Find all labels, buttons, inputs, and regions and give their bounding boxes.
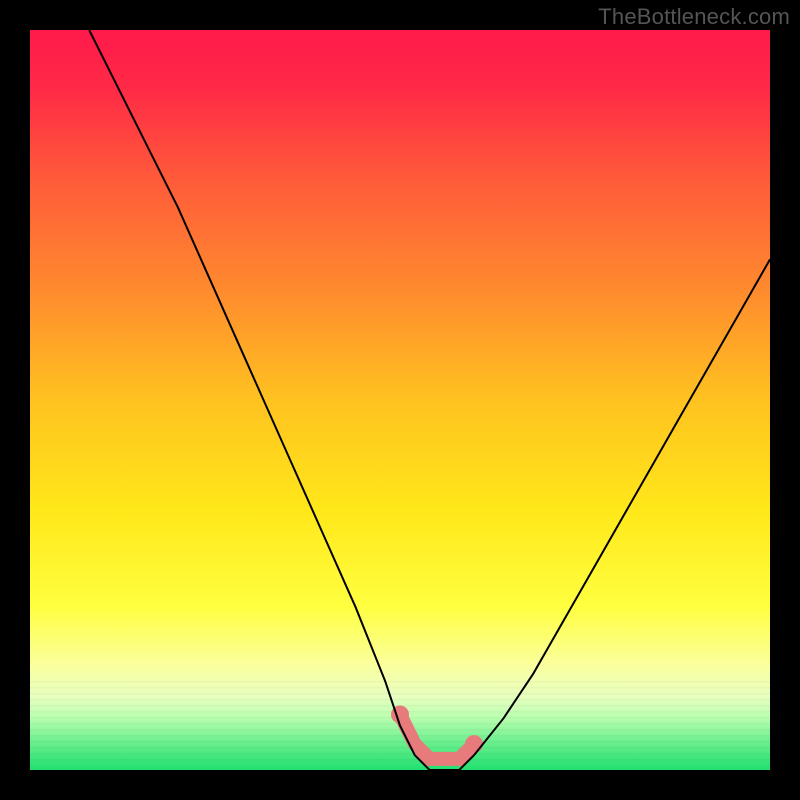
chart-plot (30, 30, 770, 770)
watermark-text: TheBottleneck.com (598, 4, 790, 30)
chart-background (30, 30, 770, 770)
